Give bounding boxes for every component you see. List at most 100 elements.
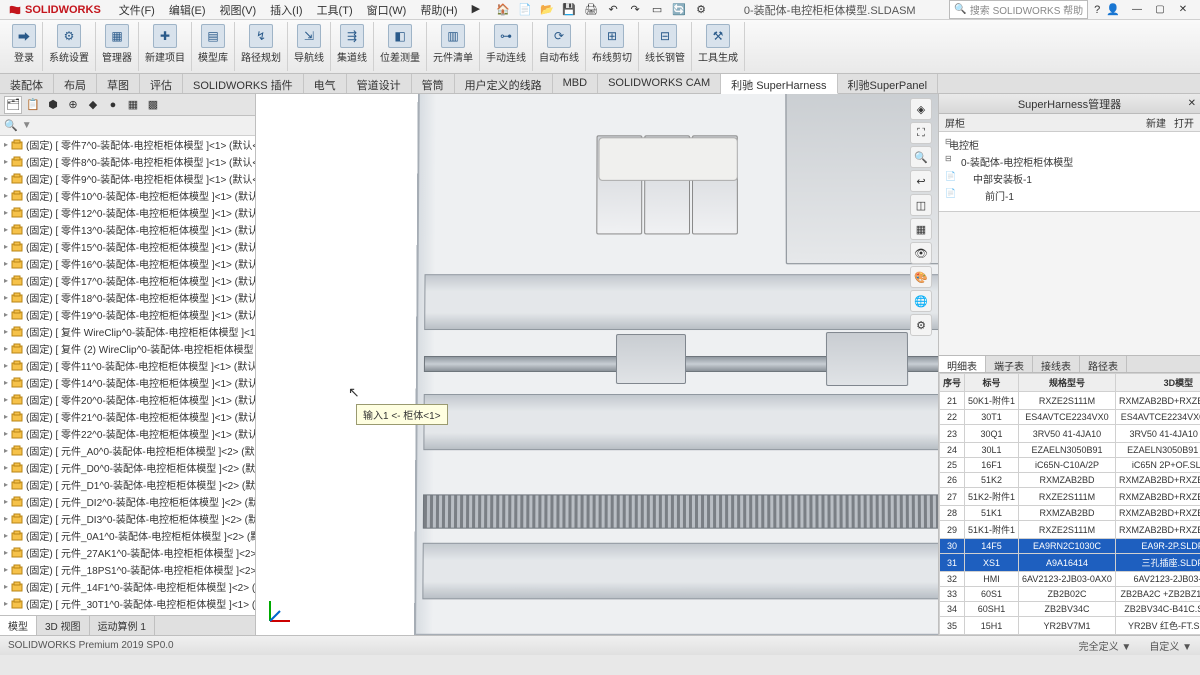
tab[interactable]: 草图 <box>97 74 140 93</box>
minimize-icon[interactable]: — <box>1126 2 1148 18</box>
3d-viewport[interactable]: ↖ 输入1 <- 柜体<1> ◈ ⛶ 🔍 ↩ ◫ ▦ 👁 🎨 🌐 ⚙ <box>256 94 938 635</box>
expand-icon[interactable]: ▸ <box>4 327 8 336</box>
expand-icon[interactable]: ▸ <box>4 599 8 608</box>
expand-icon[interactable]: ▸ <box>4 208 8 217</box>
menu-item[interactable]: 窗口(W) <box>361 0 413 20</box>
ribbon-集道线[interactable]: ⇶集道线 <box>333 22 371 66</box>
help-icon[interactable]: ? <box>1094 4 1100 16</box>
orient-icon[interactable]: ◈ <box>910 98 932 120</box>
filter-dropdown[interactable]: ▼ <box>22 120 32 131</box>
ribbon-模型库[interactable]: ▤模型库 <box>194 22 232 66</box>
tab[interactable]: MBD <box>553 74 598 93</box>
expand-icon[interactable]: ▸ <box>4 548 8 557</box>
ribbon-位差测量[interactable]: ◧位差测量 <box>376 22 424 66</box>
appearance-apply-icon[interactable]: 🎨 <box>910 266 932 288</box>
status-custom[interactable]: 自定义 ▼ <box>1149 638 1192 653</box>
table-row[interactable]: 2516F1iC65N-C10A/2PiC65N 2P+OF.SLDPRT <box>940 458 1200 473</box>
table-tab[interactable]: 明细表 <box>939 356 986 372</box>
cabinet-tree-node[interactable]: 电控柜 <box>945 136 1194 153</box>
tree-item[interactable]: ▸(固定) [ 元件_D1^0-装配体-电控柜柜体模型 ]<2> (默认< <box>0 476 255 493</box>
menu-item[interactable]: 帮助(H) <box>414 0 463 20</box>
new-icon[interactable]: 📄 <box>516 1 534 19</box>
ribbon-登录[interactable]: ⮕登录 <box>8 22 40 66</box>
section-icon[interactable]: ◫ <box>910 194 932 216</box>
scene-icon[interactable]: 🌐 <box>910 290 932 312</box>
expand-icon[interactable]: ▸ <box>4 378 8 387</box>
expand-icon[interactable]: ▸ <box>4 497 8 506</box>
ribbon-自动布线[interactable]: ⟳自动布线 <box>535 22 583 66</box>
tree-item[interactable]: ▸(固定) [ 元件_18PS1^0-装配体-电控柜柜体模型 ]<2> (默认 <box>0 561 255 578</box>
display-style-icon[interactable]: ▦ <box>910 218 932 240</box>
tree-item[interactable]: ▸(固定) [ 元件_D0^0-装配体-电控柜柜体模型 ]<2> (默认< <box>0 459 255 476</box>
table-header[interactable]: 标号 <box>965 374 1019 392</box>
table-row[interactable]: 3515H1YR2BV7M1YR2BV 红色-FT.SLDPRT <box>940 617 1200 635</box>
table-row[interactable]: 2751K2-附件1RXZE2S111MRXMZAB2BD+RXZE2S111M… <box>940 488 1200 506</box>
table-row[interactable]: 2150K1-附件1RXZE2S111MRXMZAB2BD+RXZE2S111M… <box>940 392 1200 410</box>
filter-icon[interactable]: 🔍 <box>4 119 18 132</box>
tree-item[interactable]: ▸(固定) [ 元件_A0^0-装配体-电控柜柜体模型 ]<2> (默认<<默 <box>0 442 255 459</box>
ribbon-管理器[interactable]: ▦管理器 <box>98 22 136 66</box>
new-link[interactable]: 新建 <box>1146 115 1166 130</box>
table-row[interactable]: 3460SH1ZB2BV34CZB2BV34C-B41C.SLDPRT <box>940 602 1200 617</box>
options-icon[interactable]: ⚙ <box>692 1 710 19</box>
expand-icon[interactable]: ▸ <box>4 412 8 421</box>
home-icon[interactable]: 🏠 <box>494 1 512 19</box>
table-row[interactable]: 2330Q13RV50 41-4JA103RV50 41-4JA10 电机保 <box>940 425 1200 443</box>
tree-item[interactable]: ▸(固定) [ 元件_DI2^0-装配体-电控柜柜体模型 ]<2> (默认<< <box>0 493 255 510</box>
table-row[interactable]: 2851K1RXMZAB2BDRXMZAB2BD+RXZE2S111M. <box>940 506 1200 521</box>
print-icon[interactable]: 🖨 <box>582 1 600 19</box>
status-def[interactable]: 完全定义 ▼ <box>1079 638 1132 653</box>
table-row[interactable]: 2651K2RXMZAB2BDRXMZAB2BD+RXZE2S111M. <box>940 473 1200 488</box>
zoom-fit-icon[interactable]: ⛶ <box>910 122 932 144</box>
tree-item[interactable]: ▸(固定) [ 零件14^0-装配体-电控柜柜体模型 ]<1> (默认<<默 <box>0 374 255 391</box>
expand-icon[interactable]: ▸ <box>4 259 8 268</box>
expand-icon[interactable]: ▸ <box>4 565 8 574</box>
tree-item[interactable]: ▸(固定) [ 零件13^0-装配体-电控柜柜体模型 ]<1> (默认<<默 <box>0 221 255 238</box>
hide-show-icon[interactable]: 👁 <box>910 242 932 264</box>
dim-tab-icon[interactable]: ◆ <box>84 96 102 114</box>
extra1-tab-icon[interactable]: ▦ <box>124 96 142 114</box>
view-settings-icon[interactable]: ⚙ <box>910 314 932 336</box>
redo-icon[interactable]: ↷ <box>626 1 644 19</box>
tree-item[interactable]: ▸(固定) [ 零件18^0-装配体-电控柜柜体模型 ]<1> (默认<<默 <box>0 289 255 306</box>
ribbon-线长钢管[interactable]: ⊟线长钢管 <box>641 22 689 66</box>
tree-item[interactable]: ▸(固定) [ 复件 (2) WireClip^0-装配体-电控柜柜体模型 ]<… <box>0 340 255 357</box>
expand-icon[interactable]: ▸ <box>4 463 8 472</box>
expand-icon[interactable]: ▸ <box>4 242 8 251</box>
tab[interactable]: 评估 <box>140 74 183 93</box>
ribbon-系统设置[interactable]: ⚙系统设置 <box>45 22 93 66</box>
expand-icon[interactable]: ▸ <box>4 361 8 370</box>
tree-item[interactable]: ▸(固定) [ 零件10^0-装配体-电控柜柜体模型 ]<1> (默认<<默 <box>0 187 255 204</box>
menu-item[interactable]: 编辑(E) <box>163 0 212 20</box>
tree-item[interactable]: ▸(固定) [ 零件20^0-装配体-电控柜柜体模型 ]<1> (默认<<默 <box>0 391 255 408</box>
extra2-tab-icon[interactable]: ▩ <box>144 96 162 114</box>
tree-item[interactable]: ▸(固定) [ 零件7^0-装配体-电控柜柜体模型 ]<1> (默认<<默 <box>0 136 255 153</box>
tree-item[interactable]: ▸(固定) [ 元件_14F1^0-装配体-电控柜柜体模型 ]<2> (默认 <box>0 578 255 595</box>
menu-item[interactable]: 视图(V) <box>214 0 263 20</box>
tab[interactable]: SOLIDWORKS 插件 <box>183 74 304 93</box>
close-icon[interactable]: ✕ <box>1172 2 1194 18</box>
cabinet-tree-node[interactable]: 中部安装板-1 <box>945 170 1194 187</box>
tree-item[interactable]: ▸(固定) [ 零件11^0-装配体-电控柜柜体模型 ]<1> (默认<<默 <box>0 357 255 374</box>
menu-item[interactable]: 文件(F) <box>113 0 161 20</box>
menu-item[interactable]: 插入(I) <box>264 0 308 20</box>
ribbon-元件清单[interactable]: ▥元件清单 <box>429 22 477 66</box>
tab[interactable]: SOLIDWORKS CAM <box>598 74 721 93</box>
panel-close-icon[interactable]: ✕ <box>1188 98 1196 109</box>
tab[interactable]: 管道设计 <box>347 74 412 93</box>
tree-item[interactable]: ▸(固定) [ 零件9^0-装配体-电控柜柜体模型 ]<1> (默认<<默 <box>0 170 255 187</box>
table-row[interactable]: 32HMI6AV2123-2JB03-0AX06AV2123-2JB03-0AX… <box>940 572 1200 587</box>
tree-item[interactable]: ▸(固定) [ 元件_0A1^0-装配体-电控柜柜体模型 ]<2> (默认< <box>0 527 255 544</box>
search-input[interactable]: 🔍 搜索 SOLIDWORKS 帮助 <box>949 0 1088 19</box>
tree-item[interactable]: ▸(固定) [ 零件17^0-装配体-电控柜柜体模型 ]<1> (默认<<默 <box>0 272 255 289</box>
expand-icon[interactable]: ▸ <box>4 191 8 200</box>
expand-icon[interactable]: ▸ <box>4 429 8 438</box>
tab[interactable]: 利驰 SuperHarness <box>721 74 837 94</box>
expand-icon[interactable]: ▸ <box>4 514 8 523</box>
expand-icon[interactable]: ▸ <box>4 174 8 183</box>
expand-icon[interactable]: ▸ <box>4 582 8 591</box>
menu-item[interactable]: 工具(T) <box>311 0 359 20</box>
tree-item[interactable]: ▸(固定) [ 元件_DI3^0-装配体-电控柜柜体模型 ]<2> (默认<< <box>0 510 255 527</box>
undo-icon[interactable]: ↶ <box>604 1 622 19</box>
tree-item[interactable]: ▸(固定) [ 零件15^0-装配体-电控柜柜体模型 ]<1> (默认<<默 <box>0 238 255 255</box>
